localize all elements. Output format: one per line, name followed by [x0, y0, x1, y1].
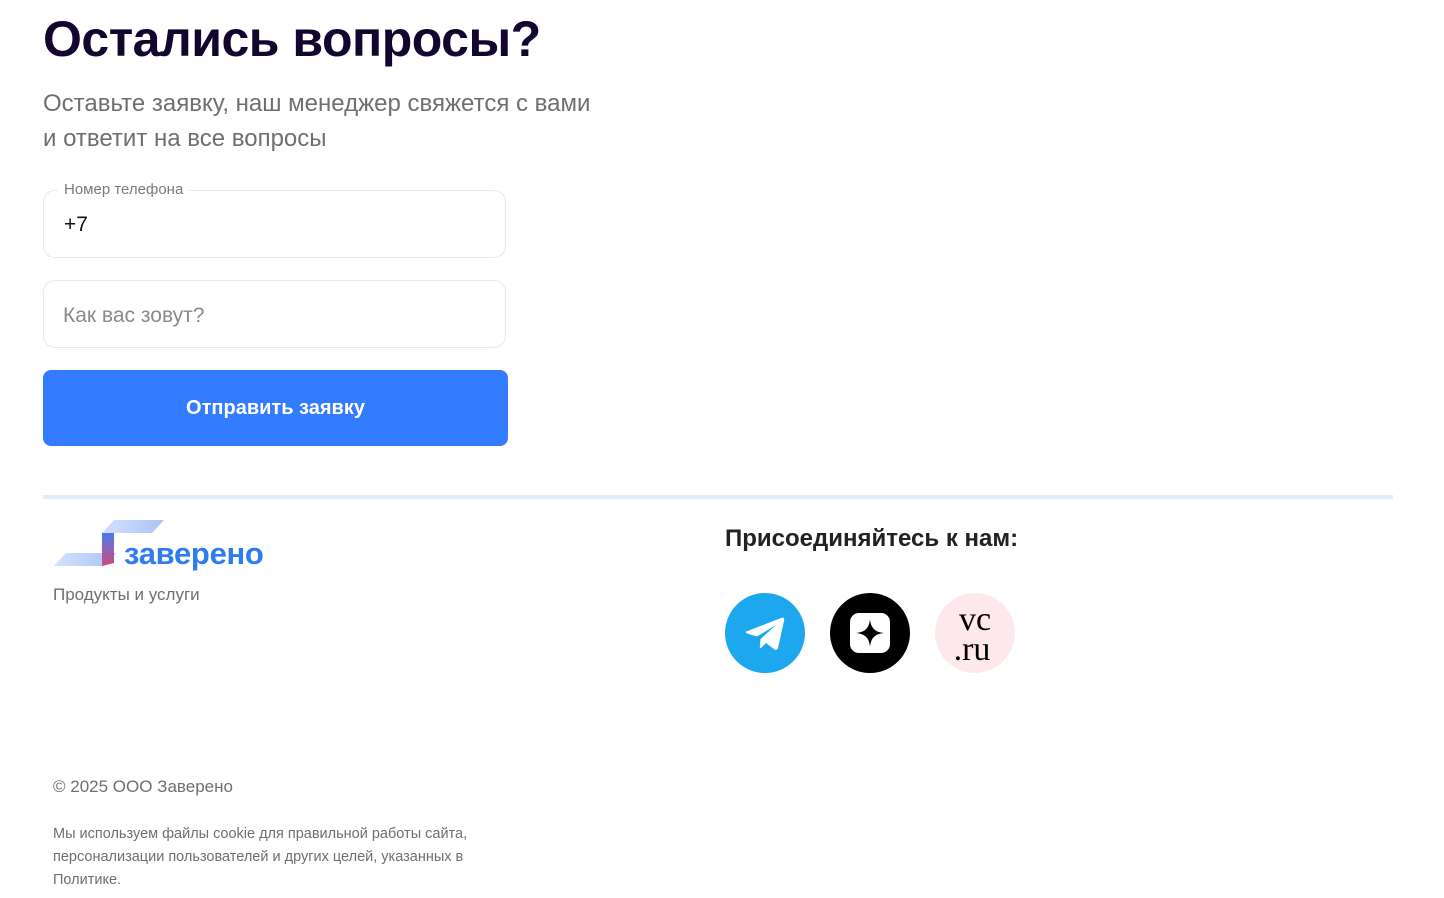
page-title: Остались вопросы? — [43, 11, 541, 67]
dzen-link[interactable] — [830, 593, 910, 673]
subtitle-line-2: и ответит на все вопросы — [43, 125, 327, 152]
phone-field-label: Номер телефона — [58, 181, 190, 199]
join-heading: Присоединяйтесь к нам: — [725, 525, 1019, 552]
footer-divider — [43, 495, 1393, 499]
vc-ru-icon: vc .ru — [954, 601, 991, 668]
name-field[interactable]: Как вас зовут? — [43, 280, 506, 348]
logo-text: заверено — [124, 536, 264, 571]
telegram-link[interactable] — [725, 593, 805, 673]
svg-text:.ru: .ru — [954, 631, 991, 668]
phone-field-value[interactable]: +7 — [64, 212, 88, 238]
cookie-notice-line-2: персонализации пользователей и других це… — [53, 849, 464, 865]
page-subtitle: Оставьте заявку, наш менеджер свяжется с… — [43, 86, 683, 156]
logo[interactable]: заверено — [52, 520, 267, 571]
vc-ru-link[interactable]: vc .ru — [935, 593, 1015, 673]
products-link[interactable]: Продукты и услуги — [53, 585, 200, 605]
submit-request-button[interactable]: Отправить заявку — [43, 370, 508, 446]
cookie-notice: Мы используем файлы cookie для правильно… — [53, 823, 508, 892]
cookie-notice-line-1: Мы используем файлы cookie для правильно… — [53, 826, 468, 842]
telegram-icon — [745, 617, 785, 650]
policy-link[interactable]: Политике. — [53, 872, 121, 888]
subtitle-line-1: Оставьте заявку, наш менеджер свяжется с… — [43, 90, 591, 117]
copyright: © 2025 ООО Заверено — [53, 777, 233, 796]
page: Остались вопросы? Оставьте заявку, наш м… — [0, 0, 1444, 898]
name-field-placeholder[interactable]: Как вас зовут? — [63, 303, 204, 329]
dzen-icon — [850, 613, 890, 653]
phone-field[interactable]: Номер телефона +7 — [43, 181, 506, 258]
